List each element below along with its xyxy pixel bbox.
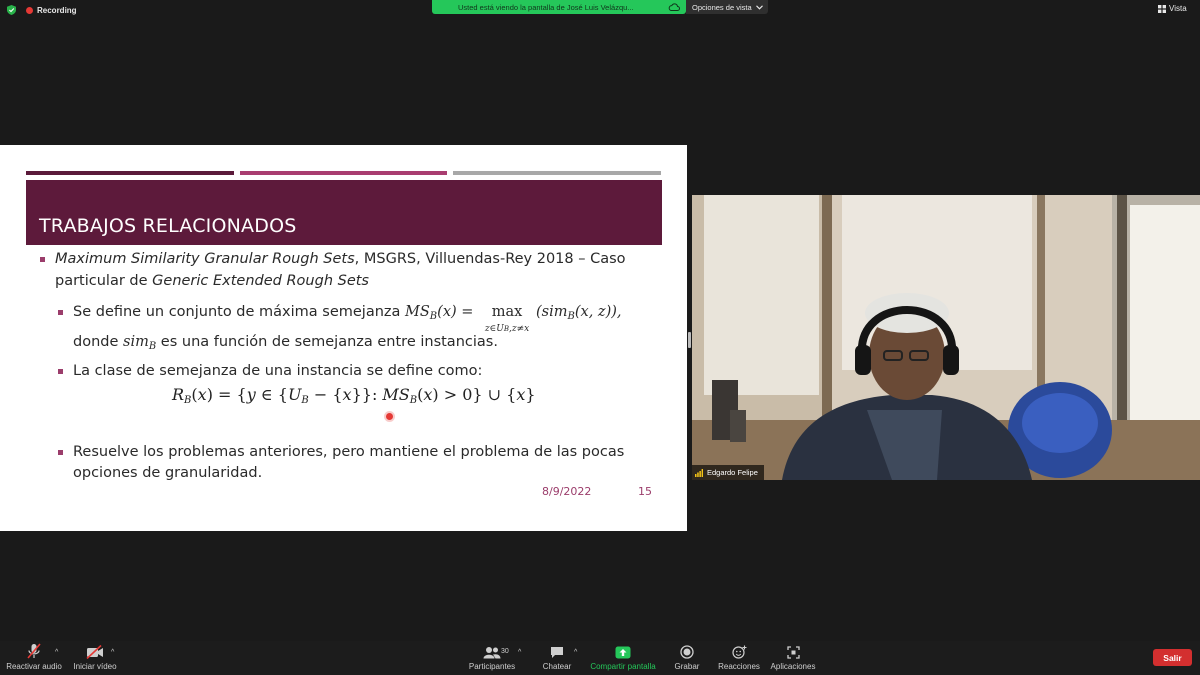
grid-view-icon xyxy=(1158,4,1166,13)
chat-label: Chatear xyxy=(542,662,572,671)
sub-bullet-1-line-1: Se define un conjunto de máxima semejanz… xyxy=(73,302,622,334)
apps-icon xyxy=(786,646,800,659)
participants-label: Participantes xyxy=(468,662,516,671)
sub-bullet-icon xyxy=(58,450,63,455)
recording-indicator[interactable]: Recording xyxy=(26,5,77,16)
participants-options-caret[interactable]: ^ xyxy=(518,649,521,656)
view-button-label: Vista xyxy=(1169,4,1187,13)
shield-icon[interactable] xyxy=(7,5,16,15)
share-screen-label: Compartir pantalla xyxy=(590,662,656,671)
unmute-audio-button[interactable]: Reactivar audio xyxy=(6,641,62,675)
bullet-1-line-1: Maximum Similarity Granular Rough Sets, … xyxy=(55,249,626,270)
msb-formula: MSB(x) = max z∈UB,z≠x (simB(x, z)), xyxy=(405,304,622,334)
apps-label: Aplicaciones xyxy=(770,662,816,671)
participants-icon xyxy=(483,647,501,659)
chevron-down-icon xyxy=(755,4,763,10)
microphone-muted-icon xyxy=(27,643,41,659)
bullet-1-line-2: particular de Generic Extended Rough Set… xyxy=(55,271,369,292)
laser-pointer xyxy=(386,413,393,420)
recording-dot-icon xyxy=(26,7,33,14)
share-screen-icon xyxy=(615,646,631,659)
bullet-1-italic: Maximum Similarity Granular Rough Sets xyxy=(55,251,355,267)
view-options-label: Opciones de vista xyxy=(692,2,752,12)
sub-bullet-3-line-2: opciones de granularidad. xyxy=(73,465,263,481)
reactions-label: Reacciones xyxy=(718,662,760,671)
start-video-button[interactable]: Iniciar vídeo xyxy=(72,641,118,675)
shared-screen-slide[interactable]: TRABAJOS RELACIONADOS Maximum Similarity… xyxy=(0,145,687,531)
apps-button[interactable]: Aplicaciones xyxy=(768,641,818,675)
rb-formula: RB(x) = {y ∈ {UB − {x}}: MSB(x) > 0} ∪ {… xyxy=(172,385,536,406)
slide-accent-bar xyxy=(240,171,447,175)
sub-bullet-icon xyxy=(58,310,63,315)
participants-button[interactable]: Participantes xyxy=(466,641,518,675)
view-button[interactable]: Vista xyxy=(1158,4,1187,13)
sub-bullet-1-line-2: donde simB es una función de semejanza e… xyxy=(73,332,498,357)
slide-date: 8/9/2022 xyxy=(542,485,592,498)
sub-bullet-1-text-3: es una función de semejanza entre instan… xyxy=(156,334,498,350)
start-video-label: Iniciar vídeo xyxy=(73,662,117,671)
slide-title: TRABAJOS RELACIONADOS xyxy=(39,215,297,237)
view-options-dropdown[interactable]: Opciones de vista xyxy=(686,0,768,14)
slide-page-number: 15 xyxy=(638,485,652,498)
leave-meeting-button[interactable]: Salir xyxy=(1153,649,1192,666)
bullet-1-text-2: particular de xyxy=(55,273,153,289)
sub-bullet-1-text: Se define un conjunto de máxima semejanz… xyxy=(73,304,406,320)
chat-icon xyxy=(551,647,563,658)
bullet-icon xyxy=(40,257,45,262)
unmute-audio-label: Reactivar audio xyxy=(6,662,62,671)
slide-accent-bar xyxy=(26,171,234,175)
bullet-1-italic-2: Generic Extended Rough Sets xyxy=(152,273,369,289)
participant-video-tile[interactable]: Edgardo Felipe xyxy=(692,195,1200,480)
sub-bullet-2-text: La clase de semejanza de una instancia s… xyxy=(73,363,483,379)
video-options-caret[interactable]: ^ xyxy=(111,649,114,656)
simb-symbol: simB xyxy=(123,334,157,352)
audio-options-caret[interactable]: ^ xyxy=(55,649,58,656)
participants-count: 30 xyxy=(501,648,509,655)
cloud-icon xyxy=(668,3,680,11)
sub-bullet-1-text-2: donde xyxy=(73,334,123,350)
top-bar: Recording Usted está viendo la pantalla … xyxy=(0,0,1200,20)
record-icon xyxy=(680,645,694,659)
participant-name: Edgardo Felipe xyxy=(707,468,758,477)
meeting-toolbar: Reactivar audio ^ Iniciar vídeo ^ Partic… xyxy=(0,641,1200,675)
bullet-1-text: , MSGRS, Villuendas-Rey 2018 – Caso xyxy=(354,251,626,267)
slide-title-band: TRABAJOS RELACIONADOS xyxy=(26,180,662,245)
split-divider-handle[interactable] xyxy=(688,332,691,348)
recording-label: Recording xyxy=(37,6,77,15)
record-button[interactable]: Grabar xyxy=(672,641,702,675)
participant-name-label: Edgardo Felipe xyxy=(692,465,764,480)
sub-bullet-icon xyxy=(58,369,63,374)
record-label: Grabar xyxy=(674,662,700,671)
slide-accent-bar xyxy=(453,171,661,175)
video-off-icon xyxy=(86,645,103,659)
sub-bullet-3-line-1: Resuelve los problemas anteriores, pero … xyxy=(73,444,625,460)
signal-icon xyxy=(695,468,703,477)
reactions-icon xyxy=(731,645,746,659)
share-screen-button[interactable]: Compartir pantalla xyxy=(588,641,658,675)
share-banner-text: Usted está viendo la pantalla de José Lu… xyxy=(458,2,634,12)
chat-button[interactable]: Chatear xyxy=(540,641,574,675)
chat-options-caret[interactable]: ^ xyxy=(574,649,577,656)
participant-video-feed xyxy=(692,195,1200,480)
screen-share-banner[interactable]: Usted está viendo la pantalla de José Lu… xyxy=(432,0,686,14)
reactions-button[interactable]: Reacciones xyxy=(717,641,761,675)
